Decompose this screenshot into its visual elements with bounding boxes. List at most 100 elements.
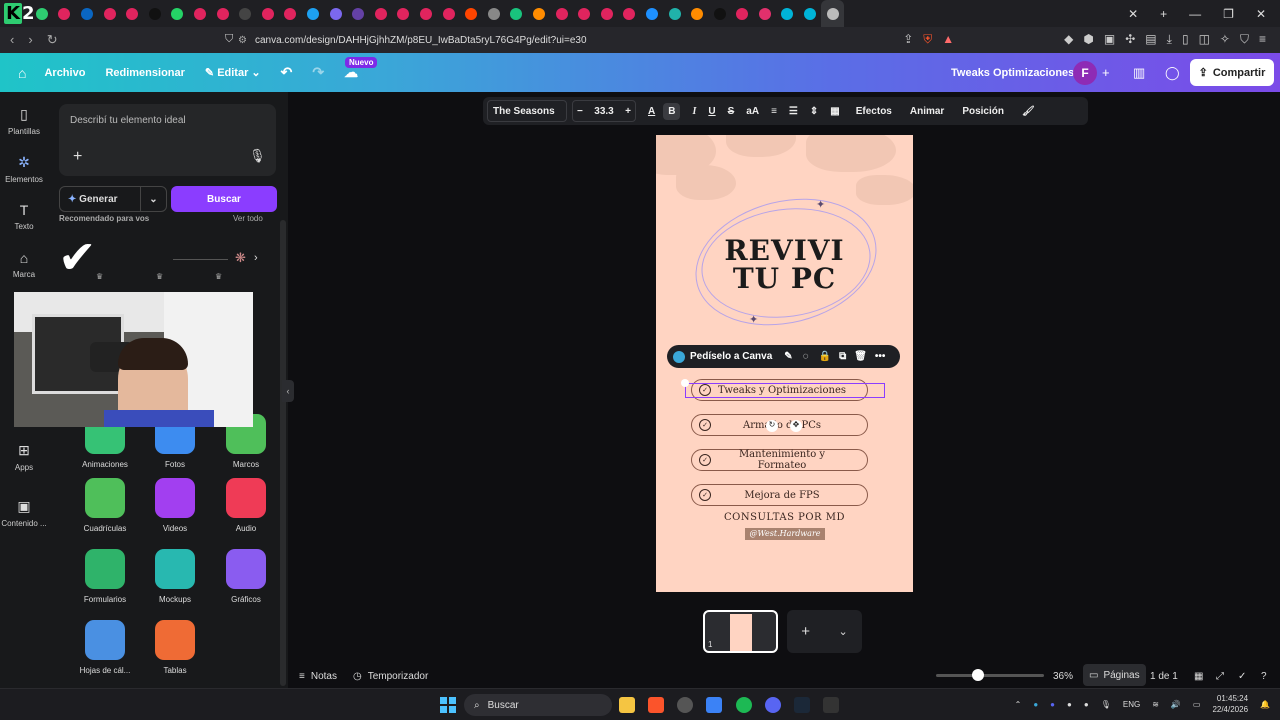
app-tile[interactable]: Formularios <box>70 549 140 604</box>
menu-icon[interactable]: ≡ <box>1259 32 1266 47</box>
app-tile[interactable]: Cuadrículas <box>70 478 140 533</box>
share-page-icon[interactable]: ⇪ <box>903 32 913 47</box>
comment-add-icon[interactable]: ◌ <box>803 351 809 362</box>
discord-icon[interactable] <box>765 697 781 713</box>
font-size-value[interactable]: 33.3 <box>594 106 613 117</box>
download-icon[interactable]: ⤓ <box>1167 32 1172 47</box>
app-tile[interactable]: Tablas <box>140 620 210 675</box>
prompt-box[interactable]: Describí tu elemento ideal + 🎙 <box>59 104 276 176</box>
add-member-icon[interactable]: + <box>1102 65 1110 80</box>
list-icon[interactable]: ☰ <box>789 106 798 117</box>
bookmark-icon[interactable]: ⛉ <box>225 33 233 46</box>
browser-tab[interactable] <box>392 0 415 27</box>
position-button[interactable]: Posición <box>962 106 1004 117</box>
browser-tab[interactable] <box>799 0 822 27</box>
browser-tab[interactable] <box>31 0 54 27</box>
back-icon[interactable]: ‹ <box>10 32 14 48</box>
generate-button[interactable]: ✦ Generar ⌄ <box>59 186 167 212</box>
file-explorer-icon[interactable] <box>619 697 635 713</box>
checkmark-element[interactable]: ✔ <box>58 230 97 284</box>
browser-tab[interactable] <box>53 0 76 27</box>
share-button[interactable]: ⇪ Compartir <box>1190 59 1274 86</box>
reload-icon[interactable]: ↻ <box>47 32 58 48</box>
collapse-panel-button[interactable]: ‹ <box>282 380 294 402</box>
browser-tab[interactable] <box>437 0 460 27</box>
timer-button[interactable]: Temporizador <box>368 671 429 682</box>
store-icon[interactable] <box>706 697 722 713</box>
paint-format-icon[interactable]: 🖌 <box>1022 106 1035 117</box>
browser-tab[interactable] <box>76 0 99 27</box>
help-icon[interactable]: ? <box>1261 671 1267 682</box>
browser-tab[interactable] <box>821 0 844 27</box>
help-check-icon[interactable]: ✓ <box>1238 671 1246 682</box>
duplicate-icon[interactable]: ⧉ <box>839 351 846 362</box>
browser-tab[interactable] <box>550 0 573 27</box>
timer-icon[interactable]: ◷ <box>353 671 362 682</box>
ask-canva-button[interactable]: Pedíselo a Canva <box>690 351 772 362</box>
zoom-slider[interactable] <box>936 669 1044 681</box>
browser-tab[interactable] <box>302 0 325 27</box>
bold-icon[interactable]: B <box>663 102 681 120</box>
undo-icon[interactable]: ↶ <box>281 64 293 81</box>
service-pill[interactable]: ✓ Mejora de FPS <box>691 484 868 506</box>
maximize-icon[interactable]: ❐ <box>1223 7 1234 21</box>
service-pill[interactable]: ✓ Armado de PCs <box>691 414 868 436</box>
browser-tab[interactable] <box>144 0 167 27</box>
wallet-icon[interactable]: ▤ <box>1145 32 1156 47</box>
pages-button[interactable]: ▭ Páginas <box>1083 664 1146 686</box>
selection-handle[interactable] <box>681 379 689 387</box>
ornament-element[interactable]: ❋ <box>235 250 246 266</box>
animate-button[interactable]: Animar <box>910 106 944 117</box>
resize-menu[interactable]: Redimensionar <box>105 67 184 79</box>
edit-menu[interactable]: ✎ Editar ⌄ <box>205 66 261 79</box>
browser-tab[interactable] <box>595 0 618 27</box>
epic-games-icon[interactable] <box>823 697 839 713</box>
browser-tab[interactable] <box>460 0 483 27</box>
document-title[interactable]: Tweaks Optimizaciones <box>951 67 1074 79</box>
zoom-slider-knob[interactable] <box>972 669 984 681</box>
app-tile[interactable]: Audio <box>211 478 281 533</box>
browser-tab[interactable] <box>505 0 528 27</box>
browser-tab[interactable] <box>189 0 212 27</box>
grid-view-icon[interactable]: ▦ <box>1194 671 1203 682</box>
left-nav-item[interactable]: ✲ Elementos <box>0 154 48 184</box>
volume-icon[interactable]: 🔊 <box>1171 700 1181 709</box>
forward-icon[interactable]: › <box>28 32 32 48</box>
browser-tab[interactable] <box>279 0 302 27</box>
consult-text[interactable]: CONSULTAS POR MD <box>656 512 913 523</box>
url-field[interactable]: ⚙ canva.com/design/DAHHjGjhhZM/p8EU_IwBa… <box>238 30 968 50</box>
see-all-link[interactable]: Ver todo <box>233 214 263 223</box>
spacing-icon[interactable]: ⇕ <box>810 106 818 117</box>
chevron-down-icon[interactable]: ⌄ <box>140 187 166 211</box>
redo-icon[interactable]: ↷ <box>312 64 324 81</box>
steam-icon[interactable] <box>794 697 810 713</box>
tray-discord-icon[interactable]: ● <box>1050 700 1055 709</box>
wallet-icon[interactable]: ◫ <box>1199 32 1210 47</box>
title-line-2[interactable]: TU PC <box>656 265 913 293</box>
browser-tab[interactable] <box>776 0 799 27</box>
close-window-icon[interactable]: ✕ <box>1256 7 1266 21</box>
browser-tab[interactable] <box>166 0 189 27</box>
minimize-icon[interactable]: — <box>1189 7 1201 21</box>
left-nav-item[interactable]: ▯ Plantillas <box>0 106 48 136</box>
title-line-1[interactable]: REVIVI <box>656 237 913 265</box>
browser-tab[interactable] <box>731 0 754 27</box>
browser-tab[interactable] <box>618 0 641 27</box>
left-nav-item[interactable]: ⌂ Marca <box>0 250 48 279</box>
extension-icon[interactable]: ◆ <box>1064 32 1073 47</box>
move-icon[interactable]: ✥ <box>790 420 802 432</box>
browser-tab[interactable] <box>754 0 777 27</box>
browser-tab[interactable] <box>324 0 347 27</box>
extension-icon[interactable]: ▣ <box>1104 32 1115 47</box>
service-pill[interactable]: ✓ Mantenimiento y Formateo <box>691 449 868 471</box>
browser-tab[interactable] <box>708 0 731 27</box>
left-nav-item[interactable]: ⊞ Apps <box>0 442 48 472</box>
tray-steam-icon[interactable]: ● <box>1067 700 1072 709</box>
more-icon[interactable]: ••• <box>875 351 886 362</box>
puzzle-icon[interactable]: ✣ <box>1125 32 1135 47</box>
sidebar-icon[interactable]: ▯ <box>1182 32 1189 47</box>
browser-tab[interactable] <box>663 0 686 27</box>
line-element[interactable] <box>173 259 228 260</box>
browser-tab[interactable] <box>415 0 438 27</box>
notes-button[interactable]: Notas <box>311 671 337 682</box>
